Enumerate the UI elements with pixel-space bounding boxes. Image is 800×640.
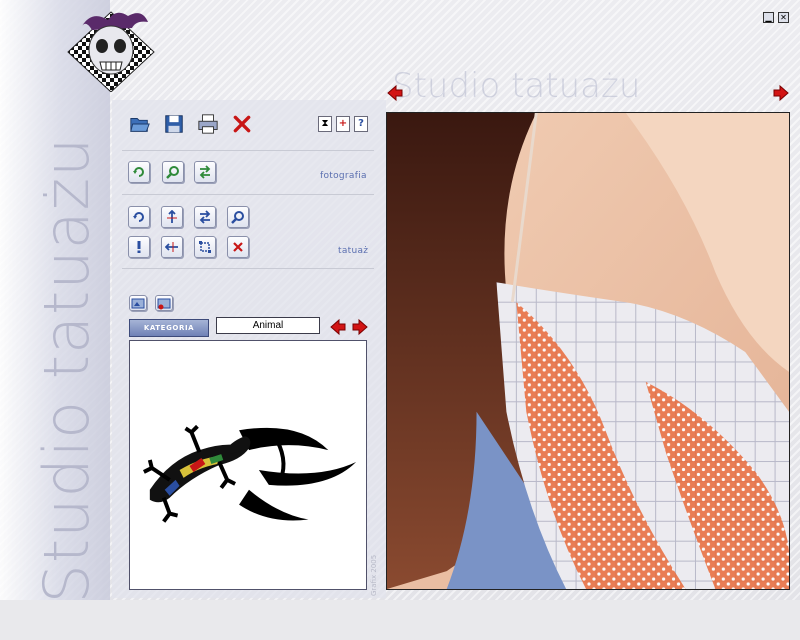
tattoo-section-label: tatuaż	[338, 246, 369, 256]
category-button[interactable]: KATEGORIA	[129, 319, 209, 337]
resize-icon	[199, 241, 211, 253]
exclamation-icon	[137, 241, 141, 253]
open-folder-icon[interactable]	[128, 112, 152, 136]
main-photo[interactable]	[386, 112, 790, 590]
tattoo-info-button[interactable]	[128, 236, 150, 258]
tattoo-resize-button[interactable]	[194, 236, 216, 258]
skull-logo	[62, 6, 160, 93]
vertical-brand-text: Studio tatuażu	[30, 136, 103, 604]
swap-icon	[199, 210, 211, 224]
remove-tattoo-image-button[interactable]	[155, 295, 173, 311]
tattoo-flip-horizontal-button[interactable]	[161, 236, 183, 258]
tattoo-swap-button[interactable]	[194, 206, 216, 228]
flip-vertical-icon	[167, 210, 177, 223]
swap-icon	[199, 165, 211, 179]
photo-section-label: fotografia	[320, 171, 367, 181]
watermark-text: Studio tatuażu	[392, 66, 641, 106]
save-disk-icon[interactable]	[162, 112, 186, 136]
remove-x-icon	[233, 242, 243, 252]
model-photo	[387, 113, 789, 589]
photo-rotate-button[interactable]	[128, 161, 150, 183]
hourglass-icon[interactable]: ⧗	[318, 116, 332, 132]
magnifier-icon	[166, 166, 179, 179]
next-photo-arrow-icon[interactable]	[772, 84, 790, 102]
plus-icon[interactable]: +	[336, 116, 350, 132]
printer-icon[interactable]	[196, 112, 220, 136]
flip-horizontal-icon	[165, 242, 178, 252]
close-button[interactable]: ✕	[778, 12, 789, 23]
load-tattoo-button[interactable]	[129, 295, 147, 311]
divider	[122, 150, 374, 151]
divider	[122, 194, 374, 195]
next-category-arrow-icon[interactable]	[351, 318, 369, 336]
image-remove-icon	[157, 298, 171, 310]
tattoo-rotate-button[interactable]	[128, 206, 150, 228]
tattoo-zoom-button[interactable]	[227, 206, 249, 228]
tattoo-flip-vertical-button[interactable]	[161, 206, 183, 228]
photo-swap-button[interactable]	[194, 161, 216, 183]
rotate-icon	[133, 212, 144, 222]
prev-photo-arrow-icon[interactable]	[386, 84, 404, 102]
lizard-tattoo-image	[142, 424, 357, 523]
divider	[122, 268, 374, 269]
magnifier-icon	[231, 211, 244, 224]
help-icon[interactable]: ?	[354, 116, 368, 132]
photo-zoom-button[interactable]	[162, 161, 184, 183]
prev-category-arrow-icon[interactable]	[329, 318, 347, 336]
rotate-icon	[133, 167, 144, 177]
tattoo-remove-button[interactable]	[227, 236, 249, 258]
app-window: Studio tatuażu ▁ ✕ Studio tatuażu ⧗ + ? …	[0, 0, 800, 603]
tattoo-preview[interactable]	[129, 340, 367, 590]
minimize-button[interactable]: ▁	[763, 12, 774, 23]
delete-x-icon[interactable]	[230, 112, 254, 136]
copyright-text: Grafix 2005	[370, 554, 378, 596]
category-field[interactable]: Animal	[216, 317, 320, 334]
image-load-icon	[131, 298, 145, 309]
